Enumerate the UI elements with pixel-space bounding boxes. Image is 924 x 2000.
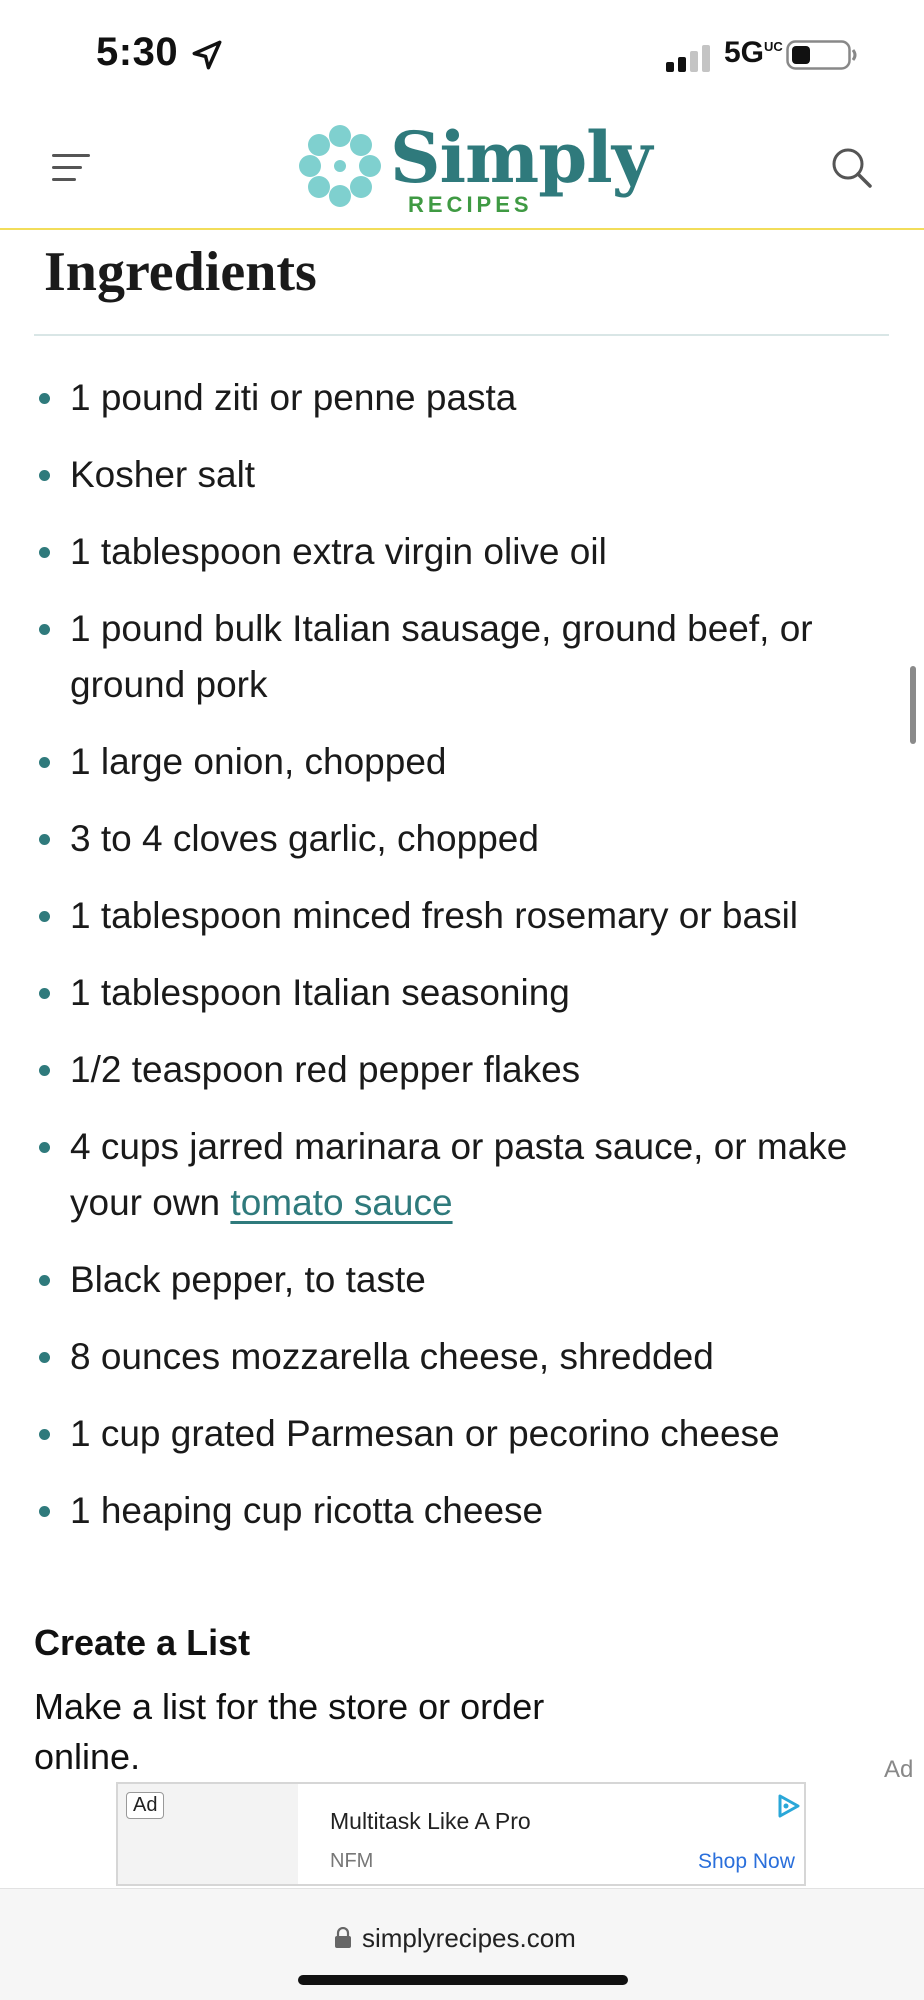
ingredient-item: Kosher salt xyxy=(34,447,884,503)
ingredient-item: 1 cup grated Parmesan or pecorino cheese xyxy=(34,1406,884,1462)
ingredient-item: Black pepper, to taste xyxy=(34,1252,884,1308)
shop-now-button[interactable]: Shop Now xyxy=(698,1850,795,1874)
flower-logo-icon xyxy=(299,125,381,207)
tomato-sauce-link[interactable]: tomato sauce xyxy=(230,1182,452,1223)
url-text[interactable]: simplyrecipes.com xyxy=(362,1923,576,1954)
site-logo[interactable]: Simply RECIPES xyxy=(296,116,652,222)
ad-badge: Ad xyxy=(126,1792,165,1819)
signal-strength-icon xyxy=(666,45,710,72)
ingredient-item: 1 tablespoon minced fresh rosemary or ba… xyxy=(34,888,884,944)
site-header: Simply RECIPES xyxy=(0,110,924,230)
section-divider xyxy=(34,334,889,336)
create-list-description: Make a list for the store or order onlin… xyxy=(34,1686,545,1777)
battery-icon xyxy=(786,40,857,70)
create-list-heading: Create a List xyxy=(34,1622,251,1663)
ad-choices-icon[interactable] xyxy=(774,1792,802,1820)
ad-headline[interactable]: Multitask Like A Pro xyxy=(330,1808,531,1835)
ingredient-item: 4 cups jarred marinara or pasta sauce, o… xyxy=(34,1119,884,1231)
ingredient-item: 1 tablespoon extra virgin olive oil xyxy=(34,524,884,580)
hamburger-menu-icon[interactable] xyxy=(50,150,92,186)
status-time: 5:30 xyxy=(96,30,179,74)
ingredient-item: 1 large onion, chopped xyxy=(34,734,884,790)
ingredient-list: 1 pound ziti or penne pasta Kosher salt … xyxy=(34,370,884,1560)
ingredient-item: 1 pound ziti or penne pasta xyxy=(34,370,884,426)
logo-wordmark: Simply xyxy=(390,116,652,199)
browser-address-bar[interactable]: simplyrecipes.com xyxy=(0,1888,924,2000)
ingredient-item: 1 tablespoon Italian seasoning xyxy=(34,965,884,1021)
ingredient-text: 4 cups jarred marinara or pasta sauce, o… xyxy=(70,1126,848,1223)
scrollbar-thumb[interactable] xyxy=(910,666,916,744)
status-bar: 5:30 5GUC xyxy=(0,0,924,110)
ad-label: Ad xyxy=(884,1756,914,1783)
ingredient-item: 1/2 teaspoon red pepper flakes xyxy=(34,1042,884,1098)
ingredient-item: 1 heaping cup ricotta cheese xyxy=(34,1483,884,1539)
search-icon[interactable] xyxy=(830,146,874,190)
ingredient-item: 1 pound bulk Italian sausage, ground bee… xyxy=(34,601,884,713)
location-arrow-icon xyxy=(192,40,222,70)
ingredient-item: 8 ounces mozzarella cheese, shredded xyxy=(34,1329,884,1385)
lock-icon xyxy=(335,1927,351,1948)
logo-subtitle: RECIPES xyxy=(408,192,533,217)
network-indicator: 5GUC xyxy=(724,36,783,69)
home-indicator[interactable] xyxy=(298,1975,628,1985)
ad-advertiser: NFM xyxy=(330,1850,374,1872)
ad-banner[interactable]: Ad Multitask Like A Pro NFM Shop Now xyxy=(116,1782,806,1886)
ingredient-item: 3 to 4 cloves garlic, chopped xyxy=(34,811,884,867)
ingredients-heading: Ingredients xyxy=(44,241,317,303)
